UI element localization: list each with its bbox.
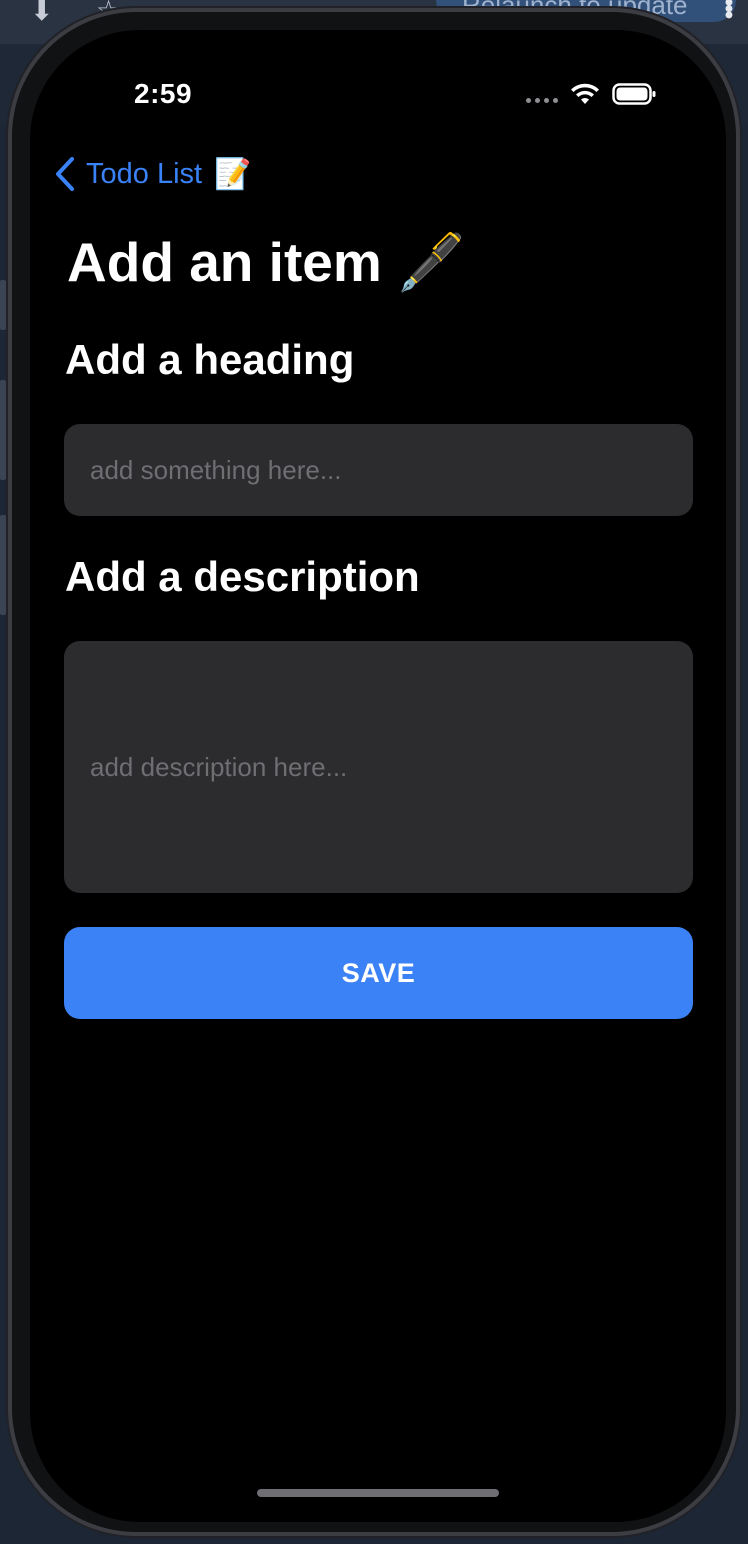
phone-frame: 2:59 Todo List 📝 Add an item 🖋️ Add a he…	[8, 8, 740, 1536]
wifi-icon	[571, 83, 599, 104]
chevron-left-icon	[56, 157, 74, 191]
description-input[interactable]	[64, 641, 693, 893]
description-label: Add a description	[65, 553, 420, 600]
host-side-mark	[0, 380, 6, 480]
back-button[interactable]: Todo List 📝	[54, 154, 251, 194]
cellular-signal-icon	[526, 98, 558, 103]
phone-bezel: 2:59 Todo List 📝 Add an item 🖋️ Add a he…	[12, 12, 736, 1532]
heading-input[interactable]	[64, 424, 693, 516]
memo-icon: 📝	[214, 157, 252, 191]
host-side-mark	[0, 280, 6, 330]
battery-icon	[612, 83, 656, 105]
install-app-icon[interactable]: ⬇	[30, 0, 53, 27]
status-time: 2:59	[134, 78, 193, 109]
heading-label: Add a heading	[65, 336, 355, 383]
back-button-label: Todo List	[86, 157, 203, 190]
browser-menu-icon[interactable]: •••	[714, 0, 742, 17]
host-side-mark	[0, 515, 6, 615]
phone-screen: 2:59 Todo List 📝 Add an item 🖋️ Add a he…	[30, 30, 726, 1522]
save-button[interactable]: SAVE	[64, 927, 693, 1019]
home-indicator[interactable]	[257, 1489, 499, 1497]
page-title: Add an item 🖋️	[67, 231, 466, 293]
